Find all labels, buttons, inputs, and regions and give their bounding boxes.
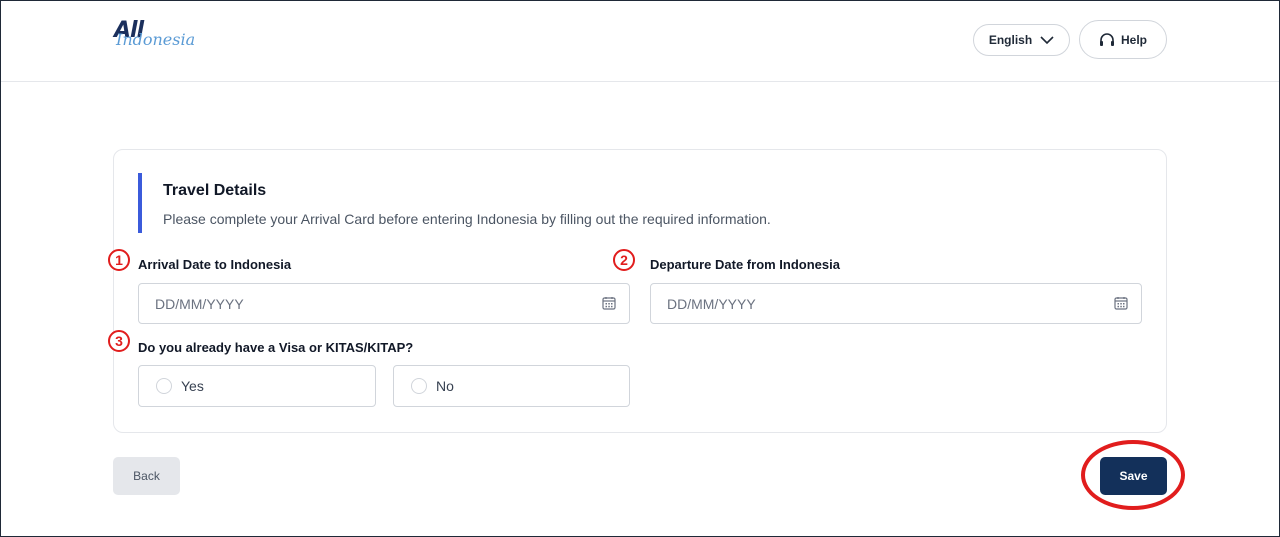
annotation-marker-3: 3 xyxy=(108,330,130,352)
help-button[interactable]: Help xyxy=(1079,20,1167,59)
visa-option-yes-label: Yes xyxy=(181,378,204,394)
back-button[interactable]: Back xyxy=(113,457,180,495)
help-label: Help xyxy=(1120,32,1147,47)
headset-icon xyxy=(1099,32,1114,46)
language-label: English xyxy=(988,33,1033,47)
radio-button[interactable] xyxy=(156,378,172,394)
logo-sub-text: Indonesia xyxy=(116,30,196,49)
section-subtitle: Please complete your Arrival Card before… xyxy=(163,211,771,227)
arrival-date-input[interactable] xyxy=(138,283,630,324)
top-header: All Indonesia English Help xyxy=(0,0,1280,82)
visa-option-yes[interactable]: Yes xyxy=(138,365,376,407)
section-title: Travel Details xyxy=(163,182,267,199)
departure-date-label: Departure Date from Indonesia xyxy=(650,257,840,272)
arrival-date-label: Arrival Date to Indonesia xyxy=(138,257,292,272)
language-selector[interactable]: English xyxy=(973,24,1070,56)
all-indonesia-logo[interactable]: All Indonesia xyxy=(114,18,204,60)
section-accent-bar xyxy=(138,173,142,233)
calendar-icon[interactable] xyxy=(602,296,616,310)
departure-date-input[interactable] xyxy=(650,283,1142,324)
annotation-marker-2: 2 xyxy=(613,249,635,271)
calendar-icon[interactable] xyxy=(1114,296,1128,310)
visa-option-no[interactable]: No xyxy=(393,365,630,407)
radio-button[interactable] xyxy=(411,378,427,394)
save-button[interactable]: Save xyxy=(1100,457,1167,495)
annotation-marker-1: 1 xyxy=(108,249,130,271)
chevron-down-icon xyxy=(1040,36,1054,45)
visa-question-label: Do you already have a Visa or KITAS/KITA… xyxy=(138,340,414,355)
visa-option-no-label: No xyxy=(436,378,454,394)
